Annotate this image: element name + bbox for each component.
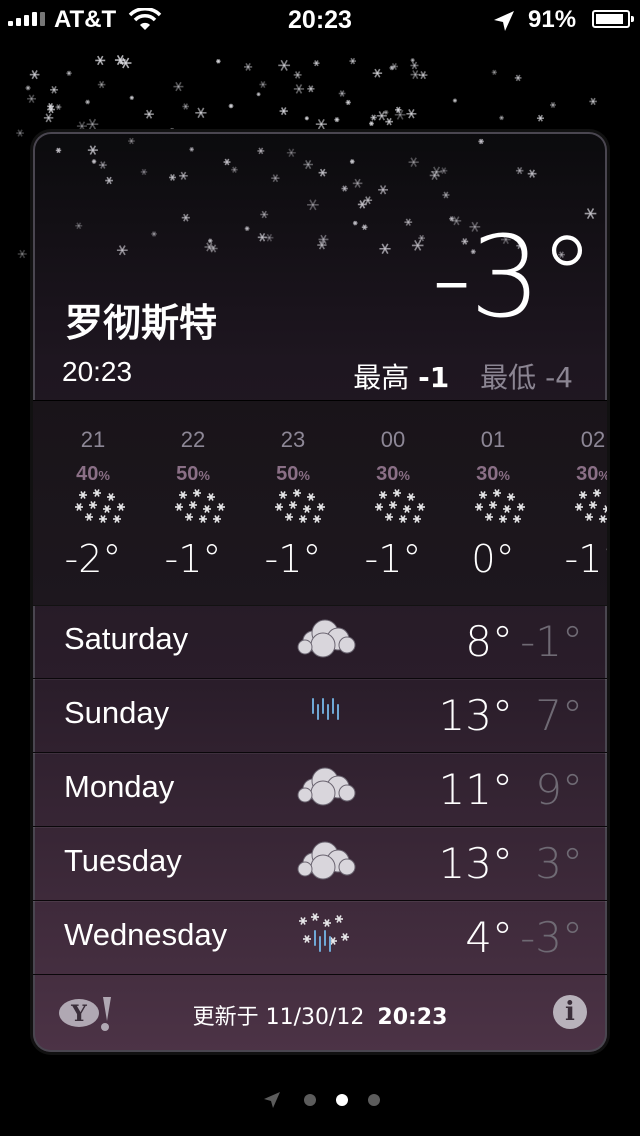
precip-value: 50 (276, 463, 299, 485)
hourly-item: 00 30% -1° (343, 401, 443, 605)
precip-unit: % (198, 468, 210, 483)
rain-icon (312, 698, 339, 720)
low-value: -4 (545, 361, 573, 394)
card-footer: Y 更新于 11/30/12 20:23 i (33, 975, 607, 1052)
snow-icon (375, 489, 425, 523)
page-dot[interactable] (304, 1094, 316, 1106)
daily-row: Saturday 8° -1° (33, 605, 607, 679)
hour-temp: -1° (264, 537, 322, 581)
snow-icon (75, 489, 125, 523)
hour-label: 02 (580, 427, 606, 452)
day-high: 13° (438, 691, 513, 740)
page-dot[interactable] (368, 1094, 380, 1106)
day-low: 3° (535, 839, 583, 888)
daily-forecast: Saturday 8° -1° Sunday 13° 7° Monday 11° 9° Tuesd… (33, 605, 607, 975)
hour-temp: -1° (164, 537, 222, 581)
precip-chance: 40% (43, 463, 143, 486)
local-time: 20:23 (62, 356, 133, 387)
hour-temp: -1° (364, 537, 422, 581)
day-name: Sunday (64, 695, 170, 730)
day-low: 9° (535, 765, 583, 814)
hour-label: 23 (280, 427, 306, 452)
snow-icon (475, 489, 525, 523)
current-temperature: -3° (431, 213, 595, 343)
day-name: Wednesday (64, 917, 228, 952)
high-low: 最高 -1 最低 -4 (353, 356, 573, 396)
day-low: 7° (535, 691, 583, 740)
high-label: 最高 (353, 361, 410, 394)
precip-unit: % (598, 468, 607, 483)
daily-row: Tuesday 13° 3° (33, 827, 607, 901)
day-high: 13° (438, 839, 513, 888)
status-bar: AT&T 20:23 91% (0, 0, 640, 40)
precip-chance: 30% (543, 463, 607, 486)
day-high: 8° (465, 617, 513, 666)
hour-temp: -2° (64, 537, 122, 581)
hour-temp: -1° (564, 537, 607, 581)
hourly-item: 22 50% -1° (143, 401, 243, 605)
precip-chance: 30% (343, 463, 443, 486)
precip-chance: 50% (243, 463, 343, 486)
cloud-icon (297, 619, 356, 658)
day-name: Monday (64, 769, 175, 804)
precip-value: 30 (476, 463, 499, 485)
precip-unit: % (298, 468, 310, 483)
location-arrow-icon (494, 11, 514, 31)
hour-label: 00 (380, 427, 406, 452)
low-label: 最低 (480, 361, 537, 394)
battery-percent: 91% (528, 6, 577, 33)
page-dot[interactable] (336, 1094, 348, 1106)
hourly-item: 21 40% -2° (43, 401, 143, 605)
city-name: 罗彻斯特 (65, 301, 218, 345)
daily-row: Sunday 13° 7° (33, 679, 607, 753)
hourly-item: 23 50% -1° (243, 401, 343, 605)
updated-date: 11/30/12 (265, 1005, 365, 1030)
precip-chance: 30% (443, 463, 543, 486)
snow-rain-icon (299, 913, 349, 952)
battery-icon (592, 10, 634, 28)
cloud-icon (297, 767, 356, 806)
updated-time: 20:23 (377, 1005, 448, 1030)
updated-label: 更新于 (192, 1005, 259, 1030)
high-value: -1 (418, 361, 450, 394)
snow-icon (275, 489, 325, 523)
precip-unit: % (498, 468, 510, 483)
daily-row: Wednesday 4° -3° (33, 901, 607, 975)
daily-row: Monday 11° 9° (33, 753, 607, 827)
day-high: 11° (438, 765, 513, 814)
hourly-item: 02 30% -1° (543, 401, 607, 605)
precip-value: 30 (376, 463, 399, 485)
hour-label: 22 (180, 427, 206, 452)
hourly-item: 01 30% 0° (443, 401, 543, 605)
hour-label: 01 (480, 427, 506, 452)
day-high: 4° (465, 913, 513, 962)
precip-value: 30 (576, 463, 599, 485)
snow-icon (575, 489, 607, 523)
page-indicator[interactable] (0, 1090, 640, 1110)
last-updated: 更新于 11/30/12 20:23 (33, 999, 607, 1031)
hour-temp: 0° (471, 537, 515, 581)
day-low: -1° (520, 617, 583, 666)
weather-card[interactable]: -3° 罗彻斯特 20:23 最高 -1 最低 -4 21 40% -2° 22 50%… (33, 132, 607, 1052)
precip-value: 50 (176, 463, 199, 485)
location-page-icon[interactable] (262, 1090, 282, 1110)
day-name: Saturday (64, 621, 189, 656)
precip-unit: % (98, 468, 110, 483)
day-low: -3° (520, 913, 583, 962)
precip-value: 40 (76, 463, 99, 485)
hour-label: 21 (80, 427, 106, 452)
snow-icon (175, 489, 225, 523)
precip-chance: 50% (143, 463, 243, 486)
hourly-forecast[interactable]: 21 40% -2° 22 50% -1° 23 50% -1° 00 30% -1° 01 30% 0° 0… (33, 400, 607, 606)
day-name: Tuesday (64, 843, 182, 878)
cloud-icon (297, 841, 356, 880)
precip-unit: % (398, 468, 410, 483)
info-button[interactable]: i (553, 995, 587, 1029)
